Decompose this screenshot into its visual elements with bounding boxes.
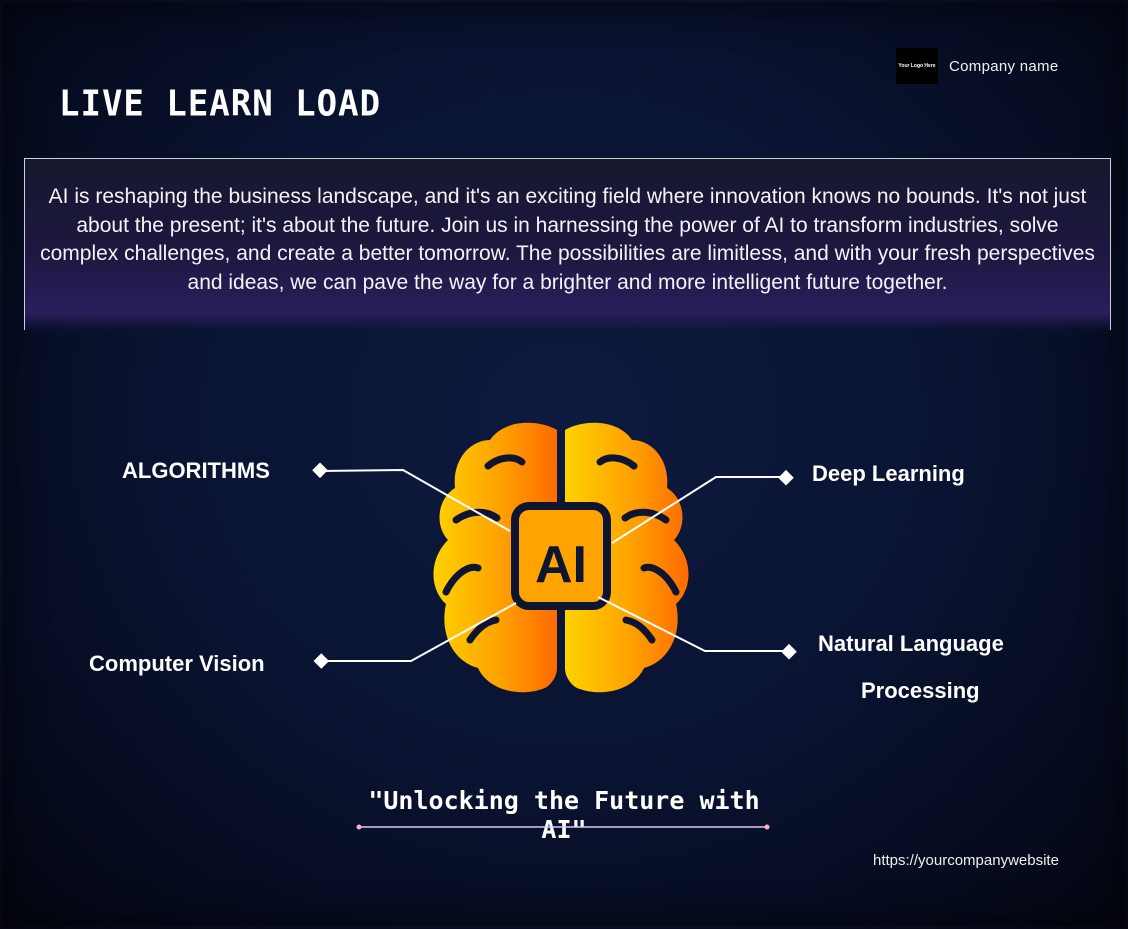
marker-nlp	[781, 643, 797, 660]
label-nlp-line1: Natural Language	[818, 631, 1004, 656]
website-link[interactable]: https://yourcompanywebsite	[873, 852, 1059, 869]
label-nlp-line2: Processing	[861, 678, 980, 703]
ai-chip: AI	[511, 502, 611, 610]
marker-algorithms	[312, 462, 328, 479]
label-computer-vision: Computer Vision	[89, 651, 265, 676]
tagline-underline	[356, 824, 770, 830]
ai-chip-label: AI	[535, 536, 587, 594]
label-algorithms: ALGORITHMS	[122, 458, 270, 483]
marker-deep-learning	[778, 469, 794, 486]
marker-computer-vision	[313, 653, 330, 669]
label-deep-learning: Deep Learning	[812, 461, 965, 486]
tagline: "Unlocking the Future with AI"	[368, 786, 760, 844]
